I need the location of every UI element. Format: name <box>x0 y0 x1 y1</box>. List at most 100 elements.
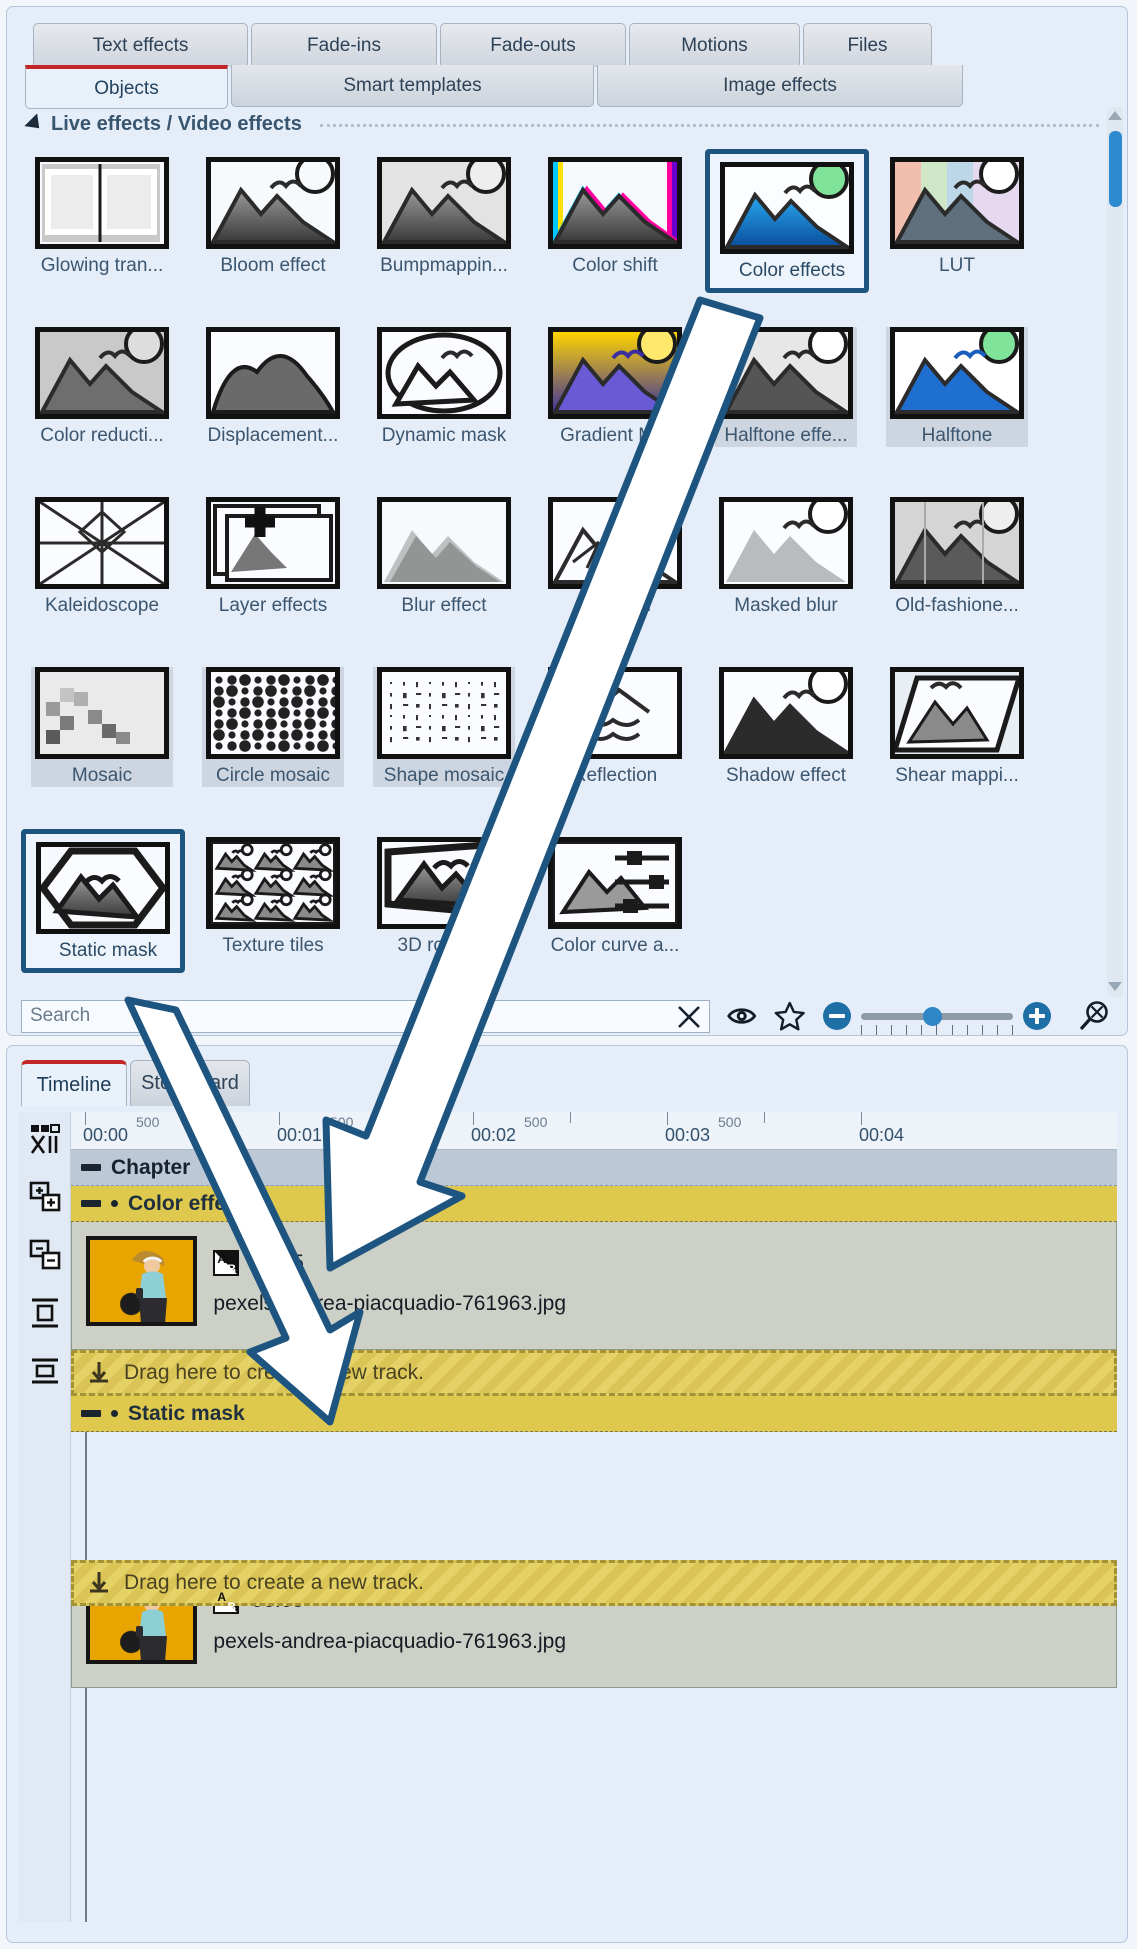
timeline-ruler[interactable]: 00:00 500 00:01 500 00:02 500 00:03 500 00:04 <box>71 1112 1117 1150</box>
effect-thumbnail-halftone1[interactable] <box>719 327 853 419</box>
effect-thumbnail-lut[interactable] <box>890 157 1024 249</box>
tab-fade-outs[interactable]: Fade-outs <box>440 23 626 67</box>
scroll-down-arrow-icon[interactable] <box>1108 982 1122 991</box>
zoom-slider-handle[interactable] <box>923 1006 942 1026</box>
track-header-effect[interactable]: Color effects <box>71 1186 1117 1222</box>
effect-item-reflection[interactable]: Reflection <box>544 667 686 787</box>
eye-icon[interactable] <box>726 999 757 1033</box>
zoom-slider[interactable] <box>861 1006 1013 1035</box>
effect-item-bump[interactable]: Bumpmappin... <box>373 157 515 277</box>
tab-timeline[interactable]: Timeline <box>21 1060 127 1106</box>
effect-item-colorshift[interactable]: Color shift <box>544 157 686 277</box>
effect-item-mosaic[interactable]: Mosaic <box>31 667 173 787</box>
collapse-track-icon[interactable] <box>81 1200 101 1207</box>
effect-item-staticmask[interactable]: Static mask <box>21 829 185 973</box>
effect-thumbnail-colorreduce[interactable] <box>35 327 169 419</box>
track-header-chapter[interactable]: Chapter <box>71 1150 1117 1186</box>
effect-thumbnail-bump[interactable] <box>377 157 511 249</box>
effect-item-rot3d[interactable]: 3D rotation <box>373 837 515 957</box>
effect-thumbnail-shear[interactable] <box>890 667 1024 759</box>
search-input[interactable]: Search <box>21 999 711 1033</box>
effect-item-layer[interactable]: Layer effects <box>202 497 344 617</box>
effect-thumbnail-sharpen[interactable] <box>548 497 682 589</box>
effect-item-shadow[interactable]: Shadow effect <box>715 667 857 787</box>
star-icon[interactable] <box>774 999 805 1033</box>
effect-item-halftone2[interactable]: Halftone <box>886 327 1028 447</box>
tab-motions[interactable]: Motions <box>629 23 800 67</box>
effect-thumbnail-reflection[interactable] <box>548 667 682 759</box>
collapse-tracks-icon[interactable] <box>28 1354 62 1388</box>
magnifier-reset-icon[interactable] <box>1077 999 1111 1033</box>
effect-thumbnail-blur[interactable] <box>377 497 511 589</box>
effect-thumbnail-texture[interactable] <box>206 837 340 929</box>
effect-item-gradient[interactable]: Gradient M... <box>544 327 686 447</box>
effects-scrollbar[interactable] <box>1107 107 1123 997</box>
remove-track-icon[interactable] <box>28 1238 62 1272</box>
effect-thumbnail-displacement[interactable] <box>206 327 340 419</box>
close-x-icon[interactable] <box>675 1003 703 1031</box>
collapse-track-icon[interactable] <box>81 1410 101 1417</box>
effect-thumbnail-shadow[interactable] <box>719 667 853 759</box>
effects-scrollbar-thumb[interactable] <box>1109 131 1122 207</box>
collapse-track-icon[interactable] <box>81 1164 101 1171</box>
effect-thumbnail-circlemosaic[interactable] <box>206 667 340 759</box>
effect-item-circlemosaic[interactable]: Circle mosaic <box>202 667 344 787</box>
effect-thumbnail-gradient[interactable] <box>548 327 682 419</box>
clip-duration: 00:05 <box>251 1251 304 1274</box>
effect-thumbnail-colorshift[interactable] <box>548 157 682 249</box>
zoom-in-icon[interactable] <box>1023 1002 1051 1030</box>
triangle-collapse-icon[interactable] <box>24 113 46 135</box>
tab-smart-templates[interactable]: Smart templates <box>231 65 594 107</box>
effect-item-colorcurve[interactable]: Color curve a... <box>544 837 686 957</box>
effect-thumbnail-dynmask[interactable] <box>377 327 511 419</box>
effect-item-blur[interactable]: Blur effect <box>373 497 515 617</box>
track-body[interactable]: AB 00:05 pexels-andrea-piacquadio-761963.j… <box>71 1222 1117 1350</box>
effect-item-shapemosaic[interactable]: Shape mosaic <box>373 667 515 787</box>
effect-item-shear[interactable]: Shear mappi... <box>886 667 1028 787</box>
tab-storyboard[interactable]: Storyboard <box>130 1060 250 1106</box>
effect-thumbnail-kaleido[interactable] <box>35 497 169 589</box>
zoom-out-icon[interactable] <box>823 1002 851 1030</box>
effect-item-halftone1[interactable]: Halftone effe... <box>715 327 857 447</box>
effect-item-dynmask[interactable]: Dynamic mask <box>373 327 515 447</box>
tab-text-effects[interactable]: Text effects <box>33 23 248 67</box>
section-header[interactable]: Live effects / Video effects <box>24 111 1099 137</box>
scroll-up-arrow-icon[interactable] <box>1108 111 1122 120</box>
effect-item-oldfashion[interactable]: Old-fashione... <box>886 497 1028 617</box>
effect-thumbnail-maskedblur[interactable] <box>719 497 853 589</box>
expand-tracks-icon[interactable] <box>28 1296 62 1330</box>
effect-item-lut[interactable]: LUT <box>886 157 1028 277</box>
effect-item-kaleido[interactable]: Kaleidoscope <box>31 497 173 617</box>
drag-new-track-dropzone[interactable]: Drag here to create a new track. <box>71 1350 1117 1396</box>
effect-item-colorreduce[interactable]: Color reducti... <box>31 327 173 447</box>
tab-image-effects[interactable]: Image effects <box>597 65 963 107</box>
effect-item-glow[interactable]: Glowing tran... <box>31 157 173 277</box>
effect-thumbnail-rot3d[interactable] <box>377 837 511 929</box>
effect-thumbnail-coloreffects[interactable] <box>720 162 854 254</box>
effect-thumbnail-oldfashion[interactable] <box>890 497 1024 589</box>
effect-item-texture[interactable]: Texture tiles <box>202 837 344 957</box>
effect-item-sharpen[interactable]: Sharpen <box>544 497 686 617</box>
effect-label: Mosaic <box>71 765 133 786</box>
effect-thumbnail-shapemosaic[interactable] <box>377 667 511 759</box>
add-track-icon[interactable] <box>28 1180 62 1214</box>
clip-thumbnail[interactable] <box>86 1236 198 1326</box>
ruler-tick <box>473 1112 474 1125</box>
tab-fade-ins[interactable]: Fade-ins <box>251 23 437 67</box>
effect-thumbnail-bloom[interactable] <box>206 157 340 249</box>
track-header-effect[interactable]: Static mask <box>71 1396 1117 1432</box>
effect-thumbnail-halftone2[interactable] <box>890 327 1024 419</box>
effect-thumbnail-mosaic[interactable] <box>35 667 169 759</box>
tab-files[interactable]: Files <box>803 23 932 67</box>
effect-thumbnail-staticmask[interactable] <box>36 842 170 934</box>
effect-item-bloom[interactable]: Bloom effect <box>202 157 344 277</box>
mode-icon[interactable] <box>28 1122 62 1156</box>
effect-thumbnail-colorcurve[interactable] <box>548 837 682 929</box>
tab-objects[interactable]: Objects <box>25 65 228 109</box>
timeline-clip[interactable]: AB 00:05 pexels-andrea-piacquadio-761963.j… <box>86 1236 566 1336</box>
effect-item-coloreffects[interactable]: Color effects <box>705 149 869 293</box>
effect-thumbnail-layer[interactable] <box>206 497 340 589</box>
effect-item-maskedblur[interactable]: Masked blur <box>715 497 857 617</box>
effect-thumbnail-glow[interactable] <box>35 157 169 249</box>
effect-item-displacement[interactable]: Displacement... <box>202 327 344 447</box>
